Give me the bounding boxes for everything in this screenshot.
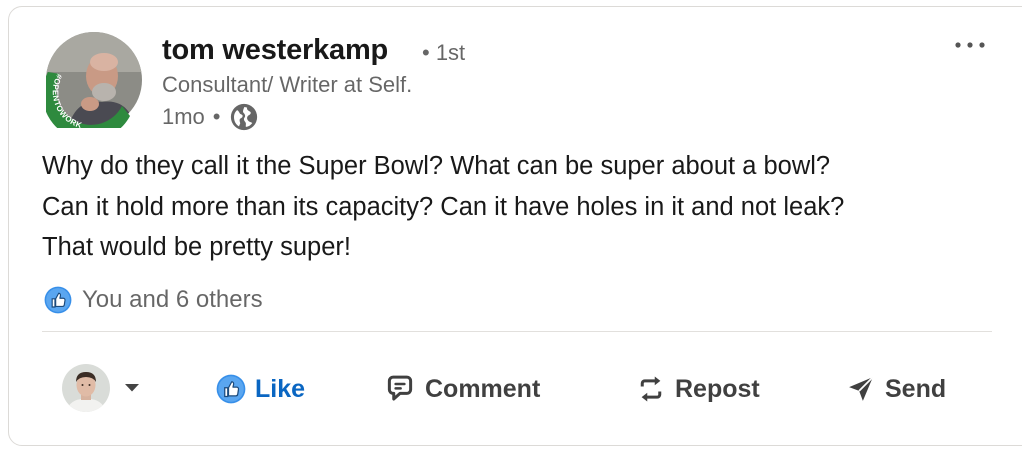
like-icon [216, 374, 246, 404]
repost-button[interactable]: Repost [636, 370, 760, 408]
send-button[interactable]: Send [846, 370, 946, 408]
like-reaction-icon [44, 286, 72, 314]
post-timestamp: 1mo [162, 104, 205, 129]
reactions-summary[interactable]: You and 6 others [44, 284, 263, 316]
comment-button[interactable]: Comment [384, 370, 540, 408]
reactions-summary-text: You and 6 others [82, 286, 263, 313]
post-body: Why do they call it the Super Bowl? What… [42, 146, 982, 268]
more-options-button[interactable] [950, 30, 990, 60]
divider [42, 331, 992, 332]
author-headline: Consultant/ Writer at Self. [162, 72, 413, 97]
connection-degree: • 1st [422, 40, 466, 65]
meta-separator: • [212, 104, 221, 129]
comment-label: Comment [425, 374, 541, 403]
more-options-icon [955, 42, 985, 48]
comment-icon [384, 374, 416, 404]
opentowork-avatar-icon: #OPENTOWORK [46, 32, 142, 128]
author-avatar[interactable]: #OPENTOWORK [46, 32, 142, 128]
chevron-down-icon [124, 383, 140, 393]
repost-icon [636, 373, 666, 405]
author-name[interactable]: tom westerkamp [162, 30, 388, 70]
like-button[interactable]: Like [216, 370, 305, 408]
repost-label: Repost [675, 374, 760, 403]
actor-switcher[interactable] [62, 364, 140, 412]
globe-icon [229, 102, 259, 132]
post-text-line: That would be pretty super! [42, 233, 352, 261]
like-label: Like [255, 374, 306, 403]
send-icon [846, 374, 876, 404]
send-label: Send [885, 374, 947, 403]
post-meta: 1mo • [162, 101, 259, 133]
post-text-line: Can it hold more than its capacity? Can … [42, 192, 845, 221]
user-avatar [62, 364, 110, 412]
post-text-line: Why do they call it the Super Bowl? What… [42, 152, 831, 180]
